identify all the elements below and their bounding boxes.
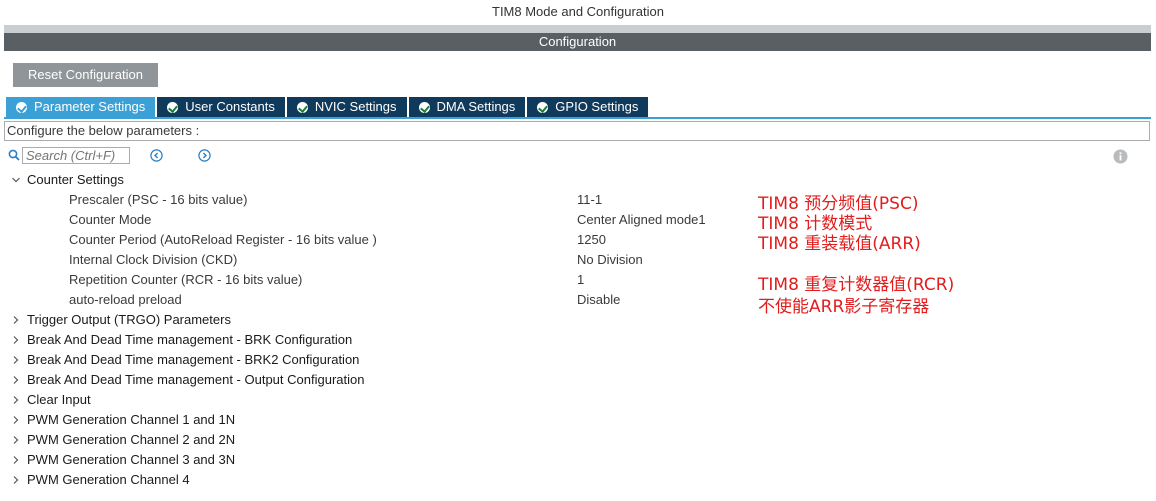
chevron-right-icon[interactable] <box>11 475 21 485</box>
tab-nvic-settings[interactable]: NVIC Settings <box>286 97 407 117</box>
group-label: Break And Dead Time management - BRK2 Co… <box>27 352 360 367</box>
param-value[interactable]: 11-1 <box>577 190 602 210</box>
param-row-counter-period[interactable]: Counter Period (AutoReload Register - 16… <box>0 230 1156 250</box>
chevron-right-icon[interactable] <box>11 315 21 325</box>
tab-dma-settings[interactable]: DMA Settings <box>408 97 526 117</box>
reset-configuration-button[interactable]: Reset Configuration <box>13 63 158 87</box>
title-band <box>4 25 1151 33</box>
tab-gpio-settings[interactable]: GPIO Settings <box>527 97 649 117</box>
check-circle-icon <box>296 101 308 113</box>
param-row-auto-reload-preload[interactable]: auto-reload preload Disable <box>0 290 1156 310</box>
parameters-description: Configure the below parameters : <box>4 121 1150 141</box>
check-circle-icon <box>167 101 179 113</box>
window-title: TIM8 Mode and Configuration <box>492 4 664 19</box>
param-row-clock-division[interactable]: Internal Clock Division (CKD) No Divisio… <box>0 250 1156 270</box>
group-label: Trigger Output (TRGO) Parameters <box>27 312 231 327</box>
param-row-repetition-counter[interactable]: Repetition Counter (RCR - 16 bits value)… <box>0 270 1156 290</box>
next-circle-icon[interactable] <box>198 149 211 162</box>
param-label: auto-reload preload <box>69 292 182 307</box>
tab-label: NVIC Settings <box>314 99 397 114</box>
chevron-right-icon[interactable] <box>11 415 21 425</box>
group-label: Counter Settings <box>27 172 124 187</box>
group-label: PWM Generation Channel 1 and 1N <box>27 412 236 427</box>
chevron-right-icon[interactable] <box>11 355 21 365</box>
prev-circle-icon[interactable] <box>150 149 163 162</box>
annotation-preload: 不使能ARR影子寄存器 <box>758 297 930 317</box>
param-label: Counter Period (AutoReload Register - 16… <box>69 232 377 247</box>
chevron-right-icon[interactable] <box>11 435 21 445</box>
info-icon[interactable] <box>1113 149 1128 164</box>
check-circle-icon <box>537 101 549 113</box>
param-value[interactable]: No Division <box>577 250 643 270</box>
param-value[interactable]: 1 <box>577 270 584 290</box>
search-icon <box>8 149 20 161</box>
param-row-counter-mode[interactable]: Counter Mode Center Aligned mode1 <box>0 210 1156 230</box>
param-label: Counter Mode <box>69 212 152 227</box>
chevron-right-icon[interactable] <box>11 455 21 465</box>
check-circle-icon <box>418 101 430 113</box>
search-input[interactable] <box>22 147 130 164</box>
tab-label: DMA Settings <box>436 99 516 114</box>
group-label: PWM Generation Channel 3 and 3N <box>27 452 236 467</box>
chevron-right-icon[interactable] <box>11 335 21 345</box>
chevron-right-icon[interactable] <box>11 395 21 405</box>
chevron-down-icon[interactable] <box>11 175 21 185</box>
param-label: Internal Clock Division (CKD) <box>69 252 238 267</box>
tab-label: User Constants <box>185 99 275 114</box>
tab-bar: Parameter Settings User Constants NVIC S… <box>6 97 650 117</box>
param-value[interactable]: Center Aligned mode1 <box>577 210 706 230</box>
tab-label: Parameter Settings <box>34 99 146 114</box>
param-label: Prescaler (PSC - 16 bits value) <box>69 192 248 207</box>
param-value[interactable]: Disable <box>577 290 620 310</box>
tab-underline <box>4 117 1151 119</box>
param-value[interactable]: 1250 <box>577 230 606 250</box>
configuration-header: Configuration <box>4 33 1151 51</box>
group-label: Clear Input <box>27 392 91 407</box>
group-label: Break And Dead Time management - Output … <box>27 372 365 387</box>
check-circle-icon <box>16 101 27 113</box>
tab-user-constants[interactable]: User Constants <box>157 97 285 117</box>
annotation-period: TIM8 重装载值(ARR) <box>758 234 921 254</box>
param-label: Repetition Counter (RCR - 16 bits value) <box>69 272 303 287</box>
chevron-right-icon[interactable] <box>11 375 21 385</box>
group-label: Break And Dead Time management - BRK Con… <box>27 332 353 347</box>
group-label: PWM Generation Channel 2 and 2N <box>27 432 236 447</box>
tab-parameter-settings[interactable]: Parameter Settings <box>6 97 156 117</box>
group-label: PWM Generation Channel 4 <box>27 472 190 487</box>
tab-label: GPIO Settings <box>555 99 639 114</box>
param-row-prescaler[interactable]: Prescaler (PSC - 16 bits value) 11-1 <box>0 190 1156 210</box>
